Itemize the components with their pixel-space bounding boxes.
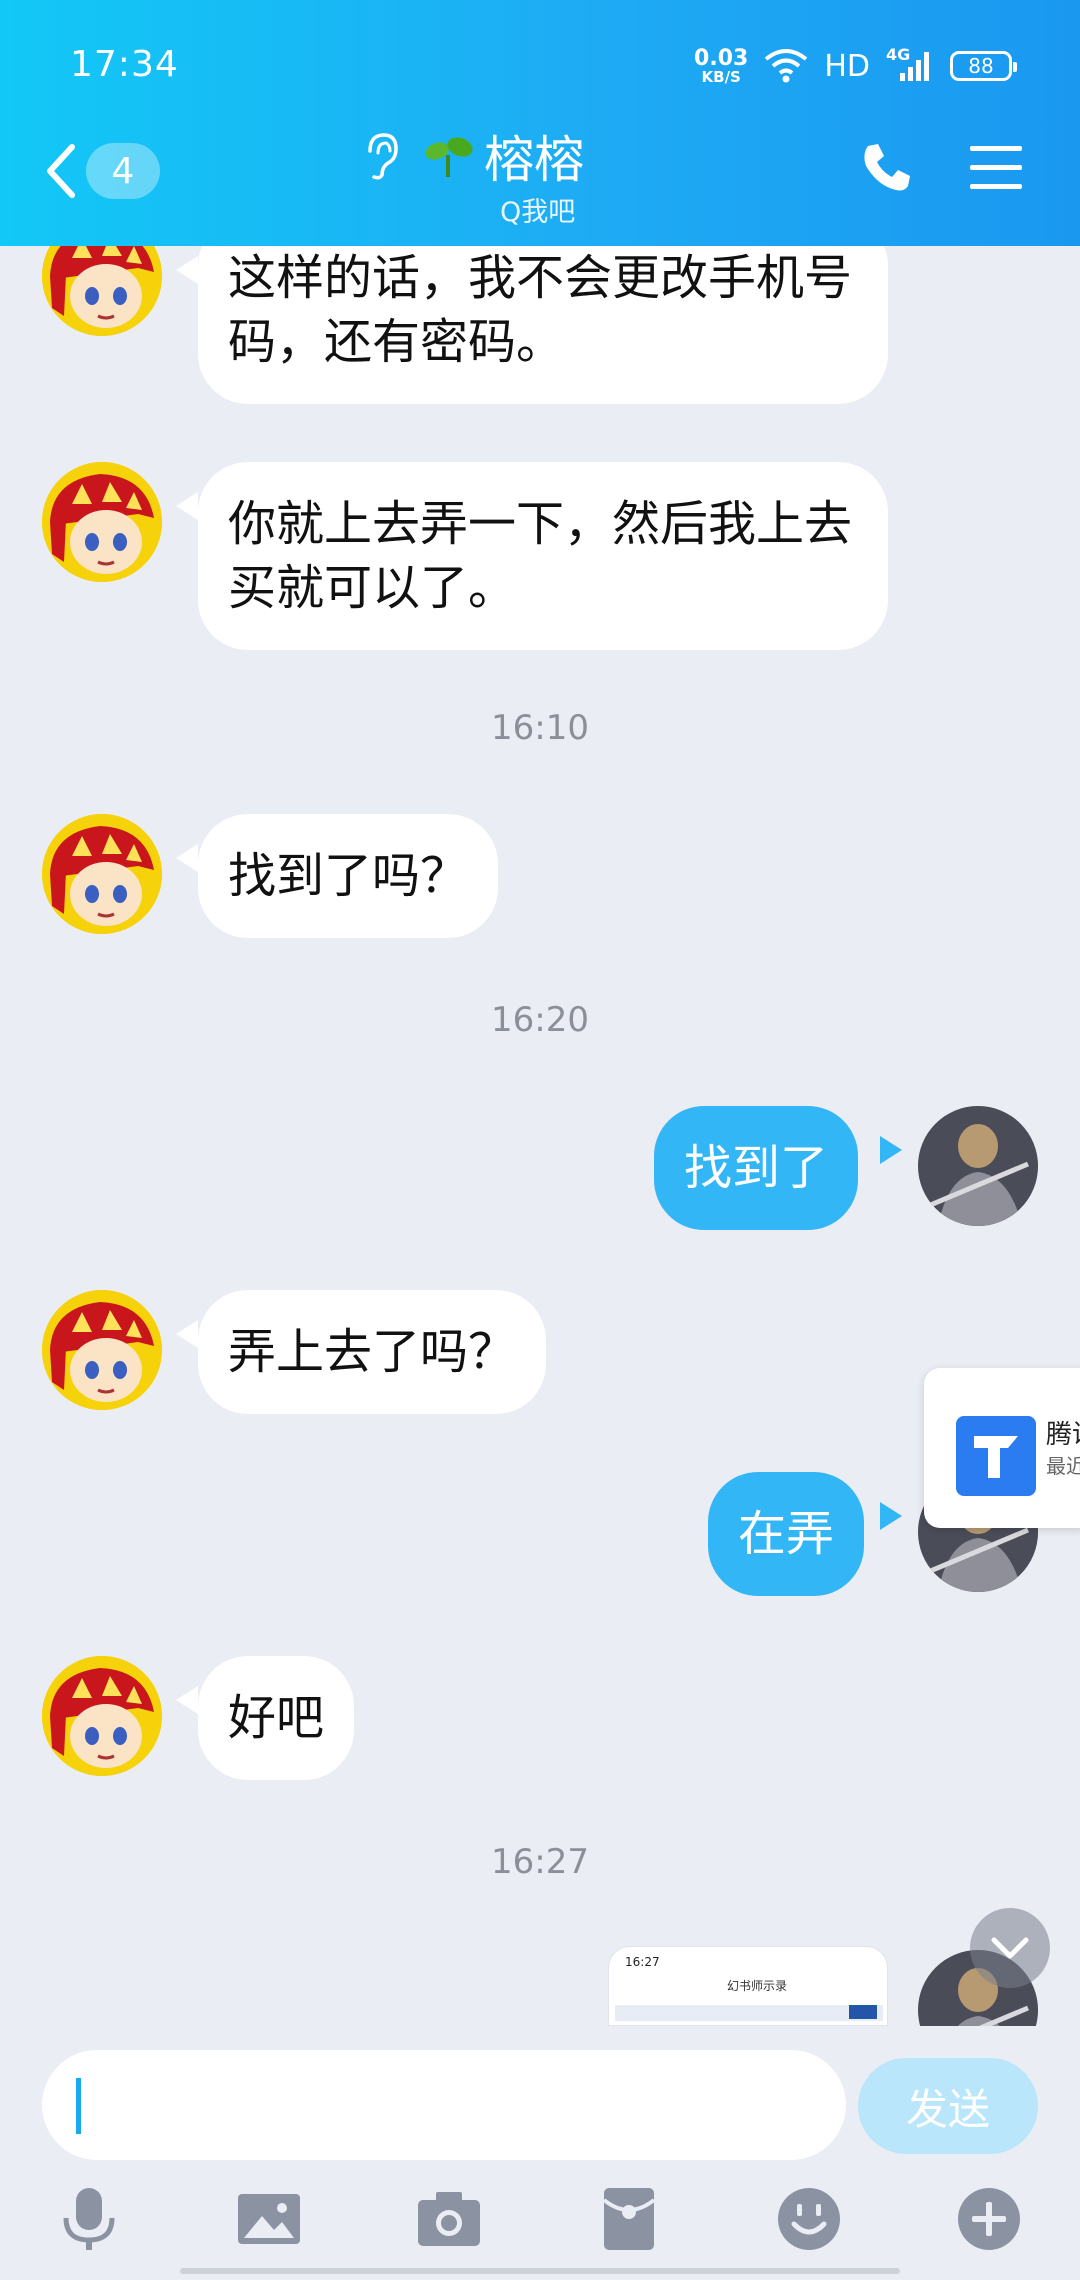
image-icon[interactable] — [236, 2186, 302, 2252]
input-area: 发送 — [0, 2026, 1080, 2280]
image-preview-bar — [615, 2005, 883, 2021]
chevron-down-icon — [991, 1937, 1029, 1959]
chat-title-area[interactable]: 榕榕 Q我吧 — [360, 126, 700, 228]
send-button[interactable]: 发送 — [858, 2058, 1038, 2154]
warrior-avatar-image — [918, 1106, 1038, 1226]
hd-label: HD — [824, 48, 870, 84]
contact-avatar[interactable] — [42, 814, 162, 934]
cartoon-avatar-image — [42, 246, 162, 336]
message-bubble[interactable]: 找到了吗？ — [198, 814, 499, 938]
bubble-tail — [176, 844, 198, 872]
unread-count-badge: 4 — [86, 143, 160, 199]
wifi-icon — [765, 49, 808, 83]
message-list[interactable]: 这样的话，我不会更改手机号码，还有密码。 你就上去弄一下，然后我上去买就可以了。… — [0, 246, 1080, 2026]
cartoon-avatar-image — [42, 462, 162, 582]
message-timestamp: 16:27 — [491, 1842, 589, 1882]
cartoon-avatar-image — [42, 1290, 162, 1410]
bubble-tail — [176, 492, 198, 520]
floating-card-sub: 最近 — [1046, 1454, 1080, 1478]
cartoon-avatar-image — [42, 814, 162, 934]
status-icons: 0.03 KB/S HD 4G 88 — [694, 44, 1017, 88]
self-avatar[interactable] — [918, 1106, 1038, 1226]
chevron-left-icon — [47, 144, 75, 198]
message-input[interactable] — [42, 2050, 846, 2160]
net-speed: 0.03 KB/S — [694, 45, 749, 86]
bubble-tail — [176, 1320, 198, 1348]
cartoon-avatar-image — [42, 1656, 162, 1776]
contact-status: Q我吧 — [500, 197, 576, 228]
image-message[interactable]: 16:27 幻书师示录 — [608, 1946, 888, 2026]
phone-icon[interactable] — [858, 140, 914, 196]
message-timestamp: 16:10 — [491, 708, 589, 748]
scroll-to-bottom-button[interactable] — [970, 1908, 1050, 1988]
battery-level: 88 — [968, 54, 994, 78]
image-preview-title: 幻书师示录 — [727, 1979, 788, 1993]
bubble-tail — [176, 256, 198, 284]
home-indicator — [180, 2268, 900, 2274]
app-logo-icon — [956, 1416, 1036, 1496]
message-timestamp: 16:20 — [491, 1000, 589, 1040]
plus-icon[interactable] — [956, 2186, 1022, 2252]
emoji-icon[interactable] — [776, 2186, 842, 2252]
contact-avatar[interactable] — [42, 462, 162, 582]
red-packet-icon[interactable] — [596, 2186, 662, 2252]
image-preview-button — [849, 2005, 877, 2019]
message-bubble[interactable]: 好吧 — [198, 1656, 355, 1780]
ear-icon — [368, 133, 398, 180]
sprout-icon — [425, 137, 473, 177]
chat-header: 17:34 0.03 KB/S HD 4G 88 4 榕榕 Q我吧 — [0, 0, 1080, 246]
bubble-tail — [880, 1136, 902, 1164]
contact-avatar[interactable] — [42, 246, 162, 336]
contact-avatar[interactable] — [42, 1290, 162, 1410]
floating-app-card[interactable]: 腾讯 最近 — [924, 1368, 1080, 1528]
message-bubble[interactable]: 找到了 — [654, 1106, 859, 1230]
bubble-tail — [880, 1502, 902, 1530]
message-bubble[interactable]: 弄上去了吗？ — [198, 1290, 547, 1414]
net-speed-value: 0.03 — [694, 45, 749, 71]
signal-icon: 4G — [886, 45, 934, 83]
status-time: 17:34 — [70, 44, 179, 85]
message-bubble[interactable]: 在弄 — [708, 1472, 865, 1596]
microphone-icon[interactable] — [56, 2186, 122, 2252]
camera-icon[interactable] — [416, 2186, 482, 2252]
message-bubble[interactable]: 你就上去弄一下，然后我上去买就可以了。 — [198, 462, 888, 650]
bubble-tail — [176, 1686, 198, 1714]
contact-avatar[interactable] — [42, 1656, 162, 1776]
net-speed-unit: KB/S — [701, 67, 741, 86]
floating-card-name: 腾讯 — [1046, 1420, 1080, 1450]
menu-icon[interactable] — [968, 142, 1024, 194]
message-bubble[interactable]: 这样的话，我不会更改手机号码，还有密码。 — [198, 246, 888, 404]
battery-icon: 88 — [950, 51, 1017, 81]
text-caret — [76, 2078, 81, 2134]
back-button[interactable]: 4 — [44, 138, 174, 204]
contact-name: 榕榕 — [484, 131, 584, 189]
image-preview-time: 16:27 — [625, 1955, 660, 1969]
